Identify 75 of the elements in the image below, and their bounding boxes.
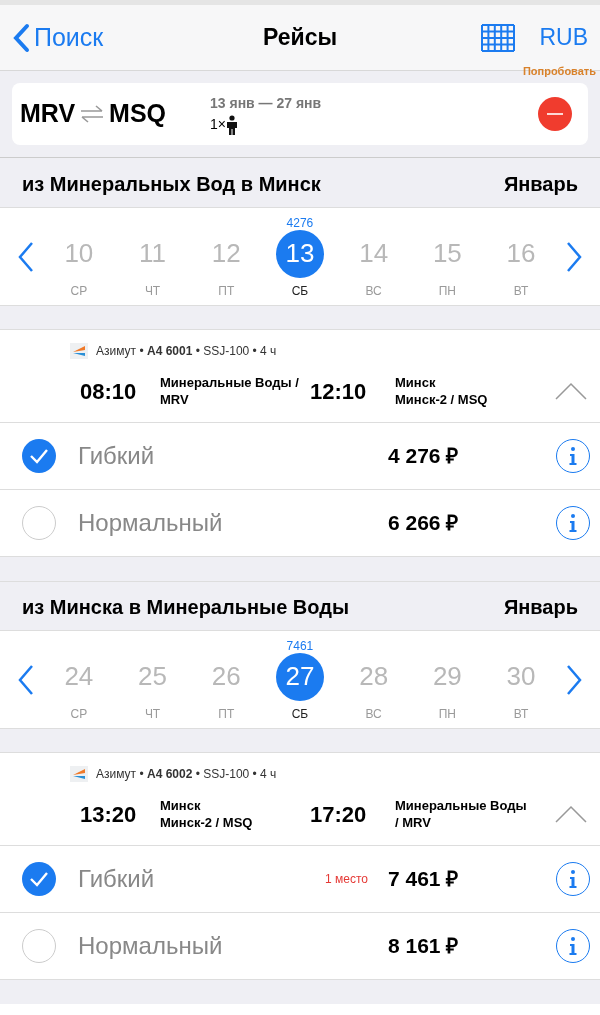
fare-name: Гибкий xyxy=(78,864,156,894)
weekday-label: ЧТ xyxy=(144,282,161,300)
date-button[interactable]: 26 xyxy=(202,652,251,701)
fare-price: 8 161 ₽ xyxy=(388,933,460,960)
departure-time: 08:10 xyxy=(80,377,138,406)
screen-title: Рейсы xyxy=(262,23,338,53)
date-button[interactable]: 14 xyxy=(349,229,398,278)
flight-info: Азимут • A4 6002 • SSJ-100 • 4 ч xyxy=(96,766,277,783)
fare-name: Нормальный xyxy=(78,508,224,538)
date-button[interactable]: 15 xyxy=(423,229,472,278)
date-button[interactable]: 27 xyxy=(275,652,324,701)
collapse-chevron-icon[interactable] xyxy=(554,804,588,824)
airline-logo-icon xyxy=(70,766,88,782)
weekday-label: СР xyxy=(70,705,88,723)
date-button[interactable]: 12 xyxy=(202,229,251,278)
seats-left-note: 1 место xyxy=(324,871,369,888)
weekday-label: СБ xyxy=(291,705,309,723)
checkmark-icon xyxy=(29,871,49,887)
destination-code: MSQ xyxy=(109,98,167,130)
date-button[interactable]: 16 xyxy=(497,229,546,278)
month-label: Январь xyxy=(503,172,578,197)
currency-button[interactable]: RUB xyxy=(539,20,588,55)
weekday-label: ВТ xyxy=(513,282,529,300)
departure-time: 13:20 xyxy=(80,800,138,829)
weekday-label: ПН xyxy=(438,282,456,300)
weekday-label: СР xyxy=(70,282,88,300)
swap-arrows-icon xyxy=(79,104,106,124)
date-button[interactable]: 24 xyxy=(54,652,103,701)
remove-button[interactable] xyxy=(538,97,572,131)
arrival-time: 12:10 xyxy=(310,377,368,406)
fare-price: 4 276 ₽ xyxy=(388,443,460,470)
back-button[interactable]: Поиск xyxy=(12,18,104,57)
weekday-label: ВС xyxy=(365,705,382,723)
weekday-label: ПТ xyxy=(218,705,235,723)
weekday-label: ПН xyxy=(438,705,456,723)
weekday-label: ВТ xyxy=(513,705,529,723)
collapse-chevron-icon[interactable] xyxy=(554,381,588,401)
arrival-time: 17:20 xyxy=(310,800,368,829)
date-button[interactable]: 29 xyxy=(423,652,472,701)
fare-price: 6 266 ₽ xyxy=(388,510,460,537)
departure-airport: Минск Минск-2 / MSQ xyxy=(160,797,254,831)
date-price: 7461 xyxy=(286,637,314,653)
date-button[interactable]: 30 xyxy=(497,652,546,701)
fare-name: Гибкий xyxy=(78,441,156,471)
month-label: Январь xyxy=(503,595,578,620)
person-icon xyxy=(225,114,238,135)
checked-radio[interactable] xyxy=(22,439,56,473)
airline-logo-icon xyxy=(70,343,88,359)
weekday-label: СБ xyxy=(291,282,309,300)
origin-code: MRV xyxy=(20,98,76,130)
fare-price: 7 461 ₽ xyxy=(388,866,460,893)
checkmark-icon xyxy=(29,448,49,464)
date-button[interactable]: 11 xyxy=(128,229,177,278)
weekday-label: ЧТ xyxy=(144,705,161,723)
promo-link[interactable]: Попробовать xyxy=(522,62,596,79)
flight-info: Азимут • A4 6001 • SSJ-100 • 4 ч xyxy=(96,343,277,360)
arrival-airport: Минск Минск-2 / MSQ xyxy=(395,374,489,408)
checked-radio[interactable] xyxy=(22,862,56,896)
back-chevron-icon xyxy=(12,22,30,53)
search-summary-card[interactable]: MRV MSQ 13 янв — 27 янв 1× xyxy=(12,83,588,145)
date-button[interactable]: 10 xyxy=(54,229,103,278)
passenger-count: 1× xyxy=(210,115,226,134)
grid-icon[interactable] xyxy=(481,23,516,52)
weekday-label: ВС xyxy=(365,282,382,300)
date-button[interactable]: 13 xyxy=(275,229,324,278)
departure-airport: Минеральные Воды / MRV xyxy=(160,374,300,408)
date-button[interactable]: 25 xyxy=(128,652,177,701)
date-price: 4276 xyxy=(286,214,314,230)
arrival-airport: Минеральные Воды / MRV xyxy=(395,797,528,831)
date-button[interactable]: 28 xyxy=(349,652,398,701)
trip-dates: 13 янв — 27 янв xyxy=(210,94,322,113)
weekday-label: ПТ xyxy=(218,282,235,300)
fare-name: Нормальный xyxy=(78,931,224,961)
section-title: из Минска в Минеральные Воды xyxy=(22,595,349,620)
section-title: из Минеральных Вод в Минск xyxy=(22,172,321,197)
